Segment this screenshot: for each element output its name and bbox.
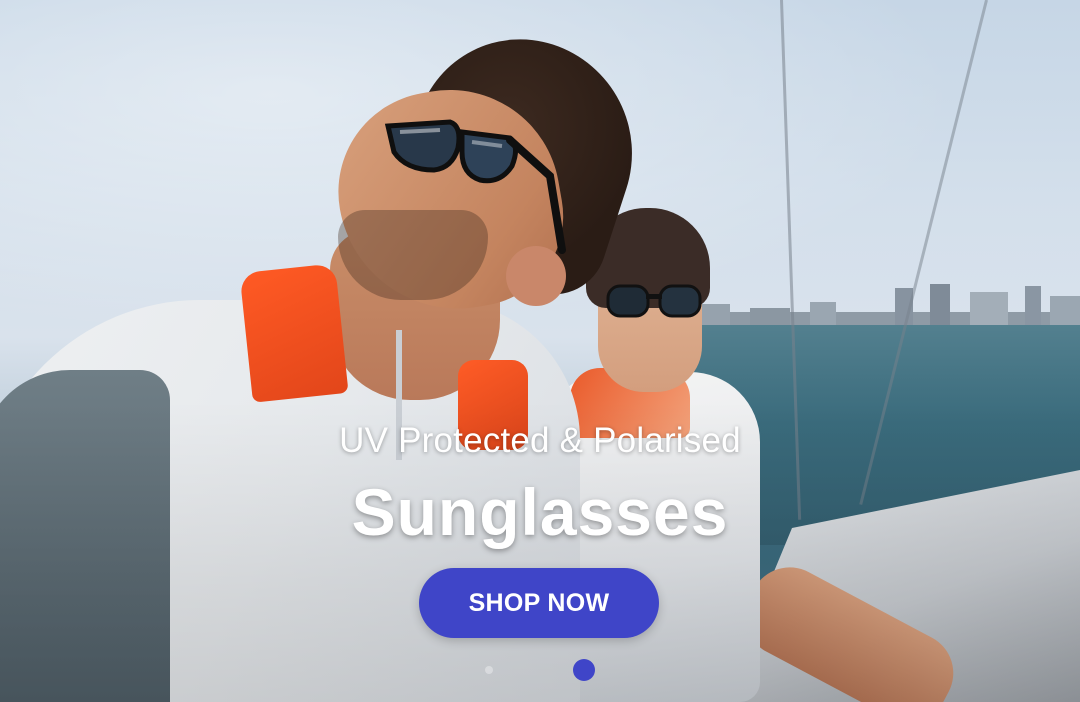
hero-title: Sunglasses (351, 475, 729, 549)
man-collar (239, 263, 349, 403)
carousel-dot-active[interactable] (573, 659, 595, 681)
carousel-indicators (440, 658, 640, 682)
carousel-dot[interactable] (485, 666, 493, 674)
shop-now-button[interactable]: SHOP NOW (419, 568, 659, 638)
sunglasses-icon (384, 119, 566, 254)
sunglasses-icon (606, 284, 702, 318)
hero-banner[interactable]: UV Protected & Polarised Sunglasses SHOP… (0, 0, 1080, 702)
hero-subtitle: UV Protected & Polarised (339, 421, 741, 460)
